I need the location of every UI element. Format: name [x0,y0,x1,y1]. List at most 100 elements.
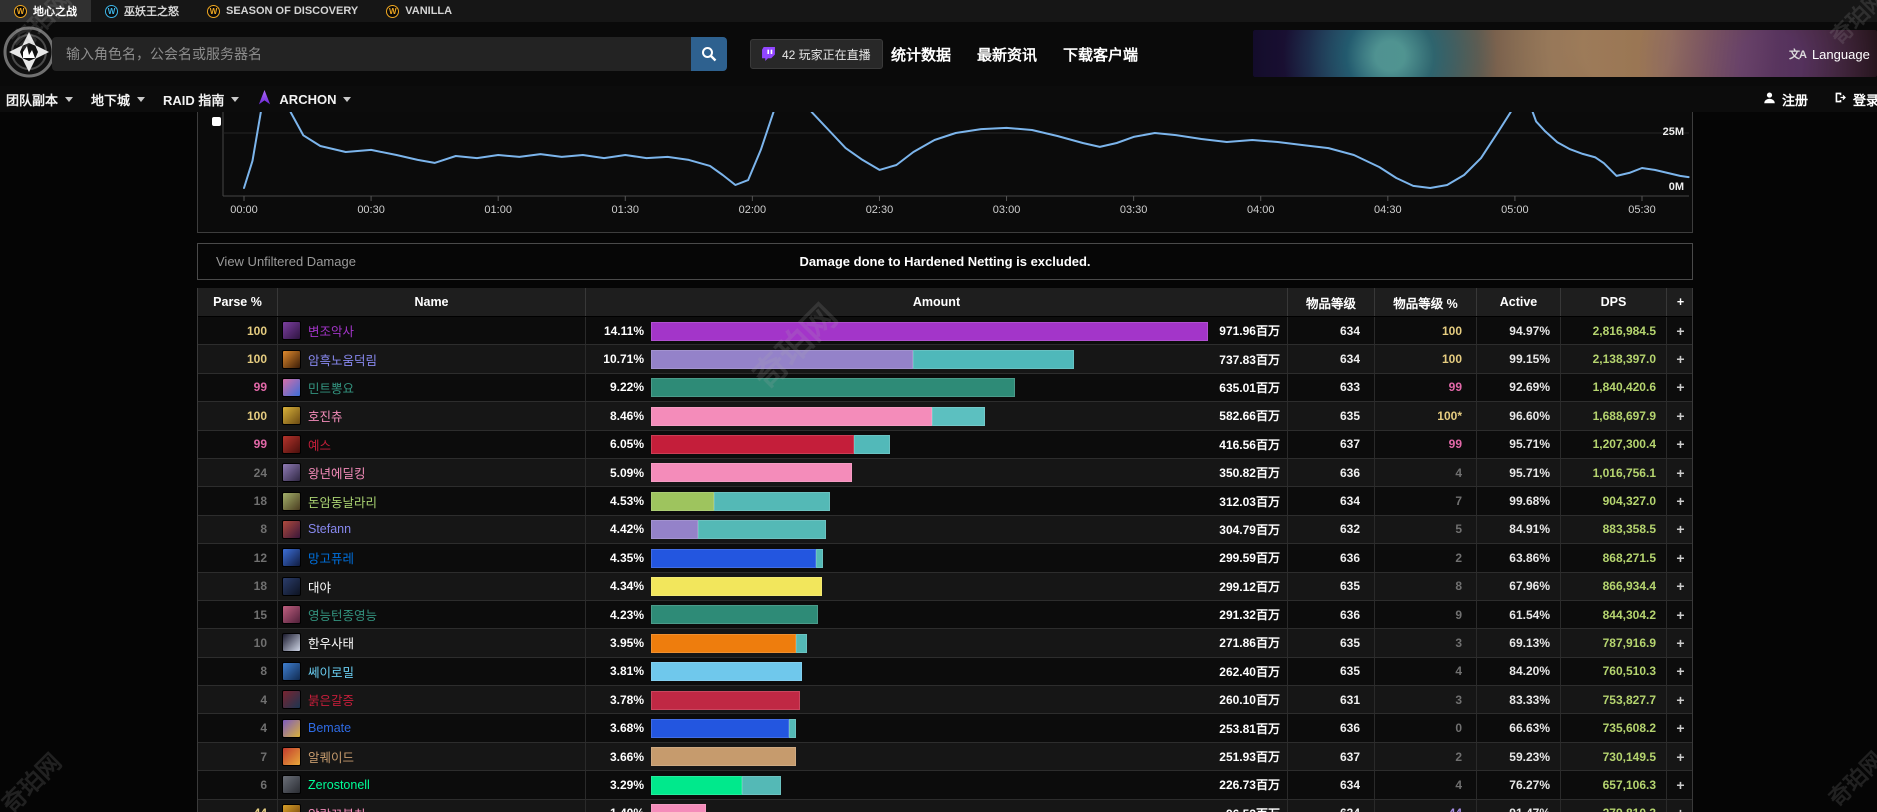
expand-row-button[interactable]: + [1667,431,1694,458]
player-name-link[interactable]: 왕년에딜킹 [308,463,366,482]
name-cell[interactable]: 대야 [278,573,586,600]
header-link[interactable]: 最新资讯 [977,44,1037,65]
expand-row-button[interactable]: + [1667,487,1694,514]
table-row[interactable]: 10한우사태3.95%271.86百万635369.13%787,916.9+ [198,629,1692,657]
name-cell[interactable]: 호진츄 [278,402,586,429]
player-name-link[interactable]: 예스 [308,435,331,454]
expand-row-button[interactable]: + [1667,459,1694,486]
nav-item-地下城[interactable]: 地下城 [91,90,145,109]
name-cell[interactable]: 민트뽕요 [278,374,586,401]
expand-row-button[interactable]: + [1667,402,1694,429]
column-header-物品等级 %[interactable]: 物品等级 % [1375,288,1477,316]
table-row[interactable]: 4붉은갈증3.78%260.10百万631383.33%753,827.7+ [198,686,1692,714]
dps-timeline-chart[interactable]: 25M 0M 00:0000:3001:0001:3002:0002:3003:… [197,112,1693,233]
column-header-Amount[interactable]: Amount [586,288,1288,316]
player-name-link[interactable]: 영능턴종영능 [308,605,377,624]
expand-row-button[interactable]: + [1667,743,1694,770]
player-name-link[interactable]: 붉은갈증 [308,690,354,709]
name-cell[interactable]: 알락꼬불치 [278,800,586,812]
expand-row-button[interactable]: + [1667,658,1694,685]
table-row[interactable]: 8쎄이로밀3.81%262.40百万635484.20%760,510.3+ [198,658,1692,686]
nav-item-团队副本[interactable]: 团队副本 [6,90,73,109]
expand-row-button[interactable]: + [1667,317,1694,344]
name-cell[interactable]: 붉은갈증 [278,686,586,713]
table-row[interactable]: 4Bemate3.68%253.81百万636066.63%735,608.2+ [198,714,1692,742]
table-row[interactable]: 18돈암동날라리4.53%312.03百万634799.68%904,327.0… [198,487,1692,515]
table-row[interactable]: 99민트뽕요9.22%635.01百万6339992.69%1,840,420.… [198,374,1692,402]
name-cell[interactable]: Zerostonell [278,771,586,798]
player-name-link[interactable]: 알퀘이드 [308,747,354,766]
table-row[interactable]: 99예스6.05%416.56百万6379995.71%1,207,300.4+ [198,431,1692,459]
promo-banner-art[interactable] [1253,30,1877,77]
player-name-link[interactable]: 돈암동날라리 [308,492,377,511]
expand-row-button[interactable]: + [1667,800,1694,812]
table-row[interactable]: 24왕년에딜킹5.09%350.82百万636495.71%1,016,756.… [198,459,1692,487]
name-cell[interactable]: 한우사태 [278,629,586,656]
name-cell[interactable]: 예스 [278,431,586,458]
expand-row-button[interactable]: + [1667,516,1694,543]
player-name-link[interactable]: 망고퓨레 [308,548,354,567]
language-selector[interactable]: 文A Language [1789,46,1870,62]
player-name-link[interactable]: 변조악사 [308,321,354,340]
column-header-+[interactable]: + [1667,288,1694,316]
player-name-link[interactable]: Bemate [308,721,351,735]
game-version-tab[interactable]: WSEASON OF DISCOVERY [193,0,372,22]
table-row[interactable]: 18대야4.34%299.12百万635867.96%866,934.4+ [198,573,1692,601]
player-name-link[interactable]: 한우사태 [308,633,354,652]
table-row[interactable]: 6Zerostonell3.29%226.73百万634476.27%657,1… [198,771,1692,799]
name-cell[interactable]: 영능턴종영능 [278,601,586,628]
name-cell[interactable]: Bemate [278,714,586,741]
column-header-物品等级[interactable]: 物品等级 [1288,288,1375,316]
game-version-tab[interactable]: W巫妖王之怒 [91,0,193,22]
player-name-link[interactable]: 쎄이로밀 [308,662,354,681]
name-cell[interactable]: 암흑노움덕림 [278,345,586,372]
table-row[interactable]: 100변조악사14.11%971.96百万63410094.97%2,816,9… [198,317,1692,345]
name-cell[interactable]: 왕년에딜킹 [278,459,586,486]
search-button[interactable] [691,37,727,71]
table-row[interactable]: 12망고퓨레4.35%299.59百万636263.86%868,271.5+ [198,544,1692,572]
table-row[interactable]: 8Stefann4.42%304.79百万632584.91%883,358.5… [198,516,1692,544]
expand-row-button[interactable]: + [1667,544,1694,571]
expand-row-button[interactable]: + [1667,345,1694,372]
nav-item-ARCHON[interactable]: ARCHON [257,89,351,109]
name-cell[interactable]: 변조악사 [278,317,586,344]
column-header-Parse %[interactable]: Parse % [198,288,278,316]
name-cell[interactable]: Stefann [278,516,586,543]
nav-item-RAID 指南[interactable]: RAID 指南 [163,90,239,109]
name-cell[interactable]: 돈암동날라리 [278,487,586,514]
header-link[interactable]: 统计数据 [891,44,951,65]
player-name-link[interactable]: Stefann [308,522,351,536]
expand-row-button[interactable]: + [1667,374,1694,401]
table-row[interactable]: 7알퀘이드3.66%251.93百万637259.23%730,149.5+ [198,743,1692,771]
expand-row-button[interactable]: + [1667,573,1694,600]
expand-row-button[interactable]: + [1667,601,1694,628]
column-header-Active[interactable]: Active [1477,288,1561,316]
expand-row-button[interactable]: + [1667,714,1694,741]
name-cell[interactable]: 쎄이로밀 [278,658,586,685]
expand-row-button[interactable]: + [1667,771,1694,798]
player-name-link[interactable]: 알락꼬불치 [308,804,366,812]
player-name-link[interactable]: Zerostonell [308,778,370,792]
search-input[interactable] [52,37,691,71]
twitch-live-badge[interactable]: 42 玩家正在直播 [750,39,883,69]
site-logo-icon[interactable] [3,26,55,78]
name-cell[interactable]: 망고퓨레 [278,544,586,571]
auth-link-登录[interactable]: 登录 [1834,90,1877,109]
game-version-tab[interactable]: W地心之战 [0,0,91,22]
table-row[interactable]: 44알락꼬불치1.40%96.53百万6344491.47%279,810.3+ [198,800,1692,812]
player-name-link[interactable]: 민트뽕요 [308,378,354,397]
player-name-link[interactable]: 암흑노움덕림 [308,350,377,369]
column-header-DPS[interactable]: DPS [1561,288,1667,316]
table-row[interactable]: 100호진츄8.46%582.66百万635100*96.60%1,688,69… [198,402,1692,430]
table-row[interactable]: 100암흑노움덕림10.71%737.83百万63410099.15%2,138… [198,345,1692,373]
chart-zoom-handle[interactable] [212,117,221,126]
player-name-link[interactable]: 대야 [308,577,331,596]
expand-row-button[interactable]: + [1667,629,1694,656]
expand-row-button[interactable]: + [1667,686,1694,713]
column-header-Name[interactable]: Name [278,288,586,316]
table-row[interactable]: 15영능턴종영능4.23%291.32百万636961.54%844,304.2… [198,601,1692,629]
name-cell[interactable]: 알퀘이드 [278,743,586,770]
auth-link-注册[interactable]: 注册 [1763,90,1808,109]
game-version-tab[interactable]: WVANILLA [372,0,466,22]
player-name-link[interactable]: 호진츄 [308,406,343,425]
